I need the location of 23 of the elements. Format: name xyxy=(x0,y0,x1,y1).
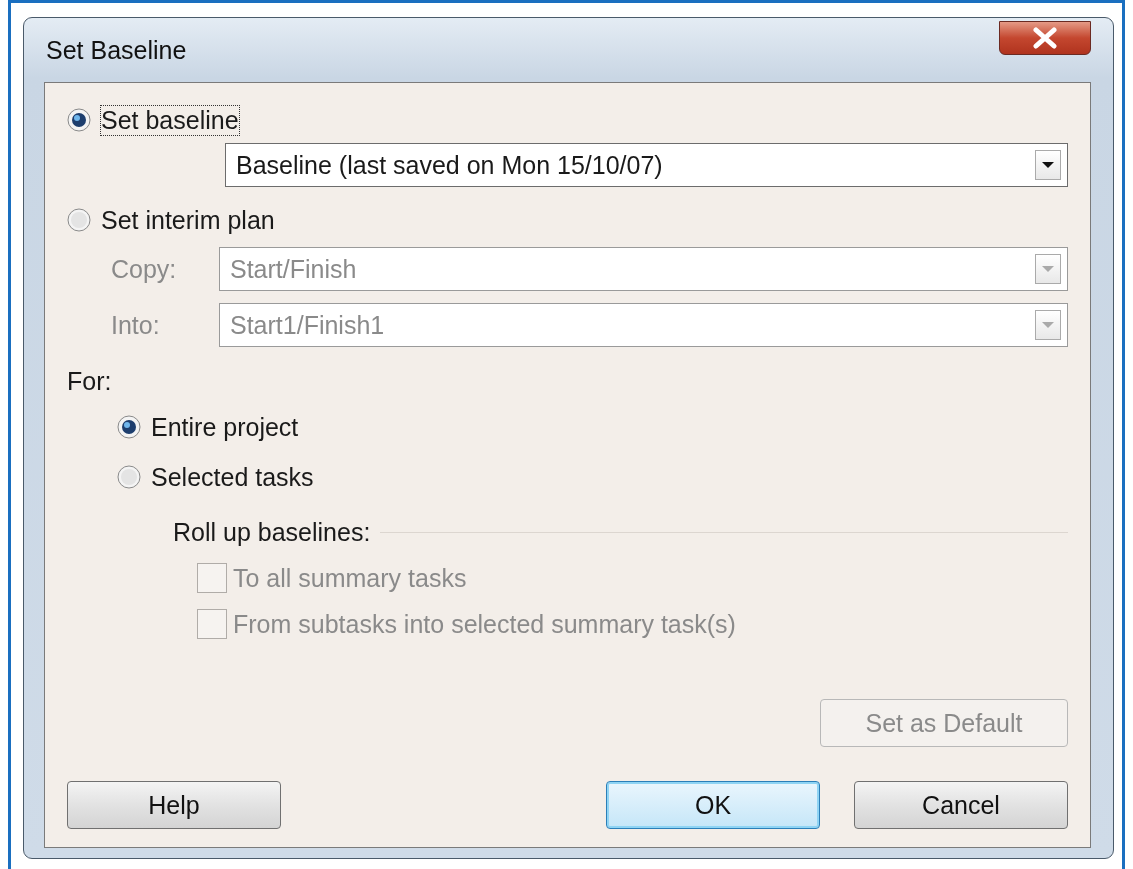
radio-button[interactable] xyxy=(117,465,141,489)
radio-button[interactable] xyxy=(117,415,141,439)
radio-label[interactable]: Selected tasks xyxy=(151,462,314,492)
dialog-button[interactable]: Help xyxy=(67,781,281,829)
field-label: Copy: xyxy=(111,254,178,284)
radio-label[interactable]: Entire project xyxy=(151,412,299,442)
radio-label[interactable]: Set interim plan xyxy=(101,205,275,235)
dialog-button[interactable]: Cancel xyxy=(854,781,1068,829)
window-title: Set Baseline xyxy=(45,35,187,65)
radio-label[interactable]: Set baseline xyxy=(101,105,239,135)
section-label: For: xyxy=(67,367,112,396)
dialog-button[interactable]: OK xyxy=(606,781,820,829)
group-label: Roll up baselines: xyxy=(173,518,371,547)
caret-icon xyxy=(1041,161,1055,169)
close-icon xyxy=(1032,27,1058,49)
field-label: Into: xyxy=(111,310,161,340)
caret-icon xyxy=(1041,265,1055,273)
close-button[interactable] xyxy=(999,21,1091,55)
caret-icon xyxy=(1041,321,1055,329)
dropdown-button[interactable] xyxy=(1035,150,1061,180)
radio-button[interactable] xyxy=(67,208,91,232)
radio-button[interactable] xyxy=(67,108,91,132)
baseline-dropdown[interactable]: Baseline (last saved on Mon 15/10/07) xyxy=(225,143,1068,187)
